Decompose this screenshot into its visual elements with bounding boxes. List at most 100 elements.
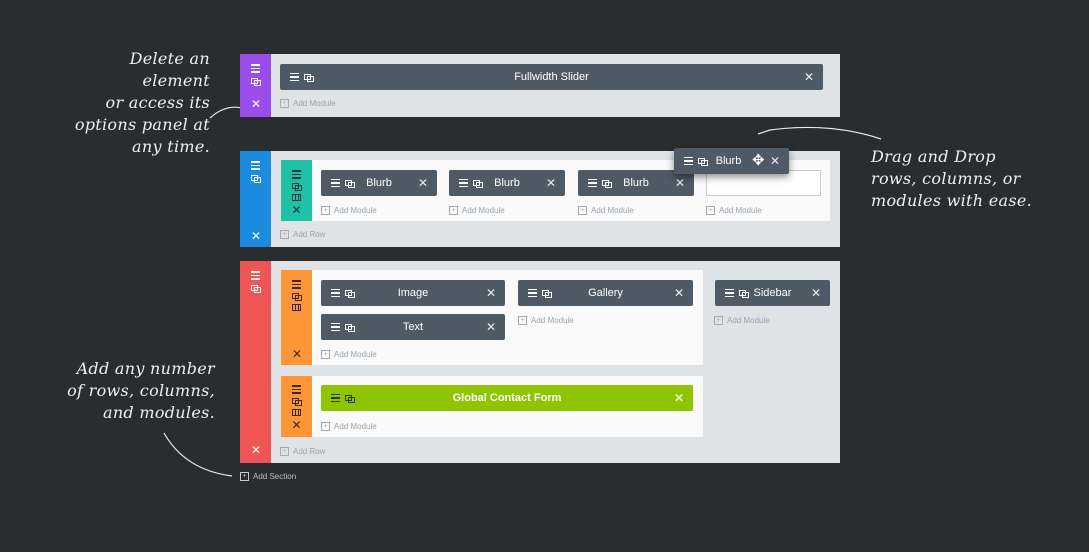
duplicate-icon[interactable] [251,77,261,86]
close-icon[interactable]: ✕ [770,148,780,174]
close-icon[interactable]: ✕ [674,385,684,411]
close-icon[interactable]: ✕ [811,280,821,306]
plus-icon: + [449,206,458,215]
row-handle[interactable]: ✕ [281,270,312,365]
note-line: rows, columns, or [871,169,1021,188]
hamburger-icon[interactable] [251,161,260,170]
duplicate-icon[interactable] [602,179,612,188]
columns-icon[interactable] [292,303,301,311]
duplicate-icon[interactable] [292,292,302,301]
note-line: Delete an element [129,49,210,90]
hamburger-icon[interactable] [459,178,468,188]
hamburger-icon[interactable] [292,170,301,179]
duplicate-icon[interactable] [739,289,749,298]
close-icon[interactable]: ✕ [291,419,301,431]
move-icon[interactable]: ✥ [752,152,765,170]
duplicate-icon[interactable] [292,397,302,406]
close-icon[interactable]: ✕ [251,98,261,110]
columns-icon[interactable] [292,193,301,201]
add-module-link[interactable]: + Add Module [518,316,574,325]
note-drag: Drag and Drop rows, columns, or modules … [871,146,1071,212]
hamburger-icon[interactable] [251,271,260,280]
module-blurb[interactable]: Blurb ✕ [321,170,437,196]
duplicate-icon[interactable] [292,182,302,191]
hamburger-icon[interactable] [528,288,537,298]
hamburger-icon[interactable] [331,393,340,403]
hamburger-icon[interactable] [684,156,693,166]
section-1: ✕ Fullwidth Slider ✕ + Add Module [240,54,840,117]
duplicate-icon[interactable] [345,289,355,298]
module-label: Blurb [715,155,742,167]
add-row-link[interactable]: + Add Row [280,447,325,456]
duplicate-icon[interactable] [345,323,355,332]
plus-icon: + [280,230,289,239]
add-module-link[interactable]: + Add Module [280,99,336,108]
add-module-link[interactable]: + Add Module [578,206,634,215]
module-blurb[interactable]: Blurb ✕ [449,170,565,196]
module-sidebar[interactable]: Sidebar ✕ [715,280,830,306]
module-global-contact-form[interactable]: Global Contact Form ✕ [321,385,693,411]
row-handle[interactable]: ✕ [281,376,312,437]
add-module-label: Add Module [591,206,634,215]
add-module-label: Add Module [462,206,505,215]
add-module-link[interactable]: + Add Module [321,206,377,215]
hamburger-icon[interactable] [292,385,301,394]
section-3-handle[interactable]: ✕ [240,261,271,463]
module-text[interactable]: Text ✕ [321,314,505,340]
hamburger-icon[interactable] [331,178,340,188]
module-fullwidth-slider[interactable]: Fullwidth Slider ✕ [280,64,823,90]
module-image[interactable]: Image ✕ [321,280,505,306]
add-section-link[interactable]: + Add Section [240,472,296,481]
note-line: any time. [132,137,210,156]
hamburger-icon[interactable] [251,64,260,73]
close-icon[interactable]: ✕ [251,444,261,456]
dragging-module-blurb[interactable]: Blurb ✥ ✕ [674,148,789,174]
module-label: Blurb [366,177,392,189]
add-module-link[interactable]: + Add Module [449,206,505,215]
hamburger-icon[interactable] [290,72,299,82]
add-module-link[interactable]: + Add Module [321,350,377,359]
duplicate-icon[interactable] [345,179,355,188]
section-2-handle[interactable]: ✕ [240,151,271,247]
columns-icon[interactable] [292,408,301,416]
add-module-link[interactable]: + Add Module [706,206,762,215]
hamburger-icon[interactable] [331,288,340,298]
close-icon[interactable]: ✕ [804,64,814,90]
close-icon[interactable]: ✕ [291,204,301,216]
add-row-link[interactable]: + Add Row [280,230,325,239]
duplicate-icon[interactable] [473,179,483,188]
module-label: Sidebar [753,287,792,299]
module-gallery[interactable]: Gallery ✕ [518,280,693,306]
add-row-label: Add Row [293,447,326,456]
duplicate-icon[interactable] [542,289,552,298]
note-delete: Delete an element or access its options … [60,48,210,158]
close-icon[interactable]: ✕ [486,280,496,306]
close-icon[interactable]: ✕ [418,170,428,196]
close-icon[interactable]: ✕ [674,280,684,306]
hamburger-icon[interactable] [292,280,301,289]
add-module-label: Add Module [334,350,377,359]
close-icon[interactable]: ✕ [486,314,496,340]
note-line: and modules. [102,403,215,422]
row-handle[interactable]: ✕ [281,160,312,221]
add-module-link[interactable]: + Add Module [321,422,377,431]
section-1-handle[interactable]: ✕ [240,54,271,117]
hamburger-icon[interactable] [588,178,597,188]
duplicate-icon[interactable] [345,394,355,403]
close-icon[interactable]: ✕ [292,348,302,360]
plus-icon: + [240,472,249,481]
duplicate-icon[interactable] [304,73,314,82]
hamburger-icon[interactable] [725,288,734,298]
close-icon[interactable]: ✕ [251,230,261,242]
note-line: of rows, columns, [67,381,215,400]
close-icon[interactable]: ✕ [546,170,556,196]
hamburger-icon[interactable] [331,322,340,332]
plus-icon: + [321,350,330,359]
plus-icon: + [518,316,527,325]
add-module-link[interactable]: + Add Module [714,316,770,325]
section-3: ✕ ✕ Image ✕ Text ✕ + Add Module Gallery [240,261,840,463]
plus-icon: + [280,447,289,456]
duplicate-icon[interactable] [251,174,261,183]
duplicate-icon[interactable] [698,157,708,166]
duplicate-icon[interactable] [251,284,261,293]
